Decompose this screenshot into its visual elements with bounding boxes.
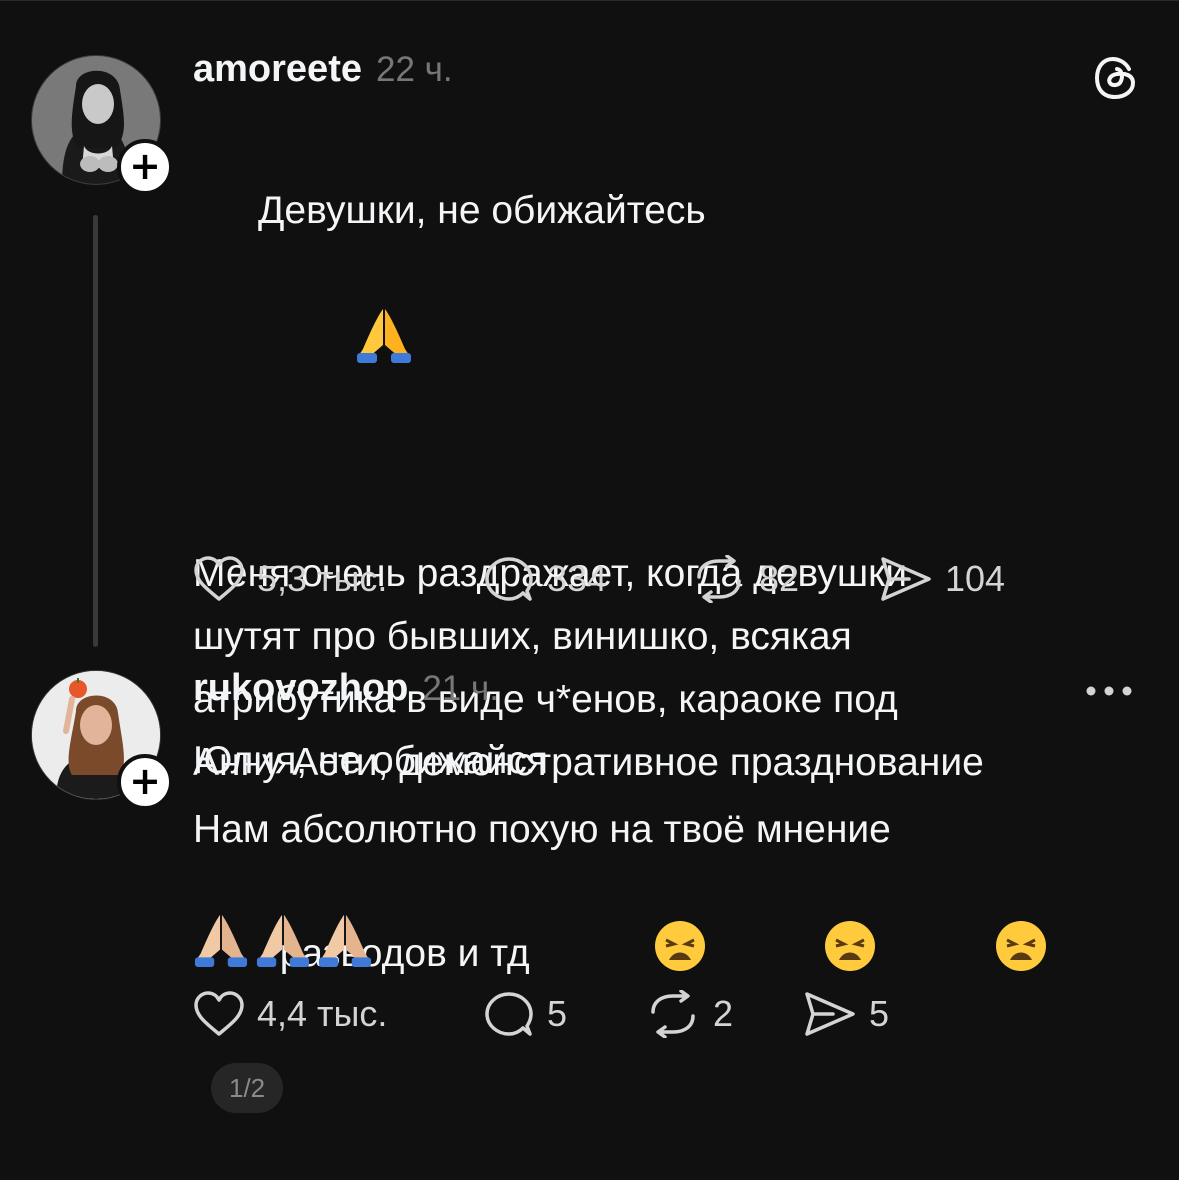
reply-line: Нам абсолютно похую на твоё мнение (193, 808, 891, 851)
thread-connector-line (93, 215, 98, 647)
avatar-rukovozhop[interactable]: + (31, 670, 173, 810)
share-button[interactable]: 5 (803, 990, 889, 1038)
like-button[interactable]: 5,3 тыс. (193, 555, 483, 603)
heart-icon (194, 991, 244, 1036)
post-actions: 4,4 тыс. 5 2 5 (193, 990, 889, 1038)
post-header: rukovozhop 21 ч. (193, 667, 1139, 717)
post-title-line: Девушки, не обижайтесь (193, 116, 1139, 508)
more-options-icon[interactable] (1085, 684, 1133, 703)
repost-icon (651, 990, 695, 1038)
reply-button[interactable]: 5 (483, 990, 645, 1038)
avatar-amoreete[interactable]: + (31, 55, 173, 195)
share-button[interactable]: 104 (879, 555, 1005, 603)
body-line: шутят про бывших, винишко, всякая (193, 615, 852, 658)
praying-hands-emoji (193, 911, 249, 972)
page-indicator-badge: 1/2 (211, 1062, 284, 1113)
praying-hands-emoji (270, 242, 411, 445)
repost-button[interactable]: 2 (645, 990, 803, 1038)
post-content: rukovozhop 21 ч. Юлия, не обижайся Нам а… (193, 667, 1139, 967)
username[interactable]: amoreete (193, 48, 362, 91)
post-header: amoreete 22 ч. (193, 48, 1139, 98)
repost-button[interactable]: 82 (691, 555, 879, 603)
comment-icon (485, 557, 533, 601)
title-text: Девушки, не обижайтесь (258, 189, 706, 232)
share-count: 104 (945, 558, 1006, 599)
username[interactable]: rukovozhop (193, 667, 408, 710)
reply-button[interactable]: 334 (483, 555, 691, 603)
like-button[interactable]: 4,4 тыс. (193, 990, 483, 1038)
reply-count: 5 (547, 993, 568, 1034)
reply-emojis (193, 911, 1139, 967)
send-icon (881, 557, 931, 601)
timestamp[interactable]: 22 ч. (376, 50, 453, 90)
repost-icon (697, 555, 741, 603)
send-icon (805, 992, 855, 1036)
threads-logo-icon[interactable] (1093, 55, 1139, 106)
share-count: 5 (869, 993, 890, 1034)
praying-hands-emoji (317, 911, 373, 972)
reply-count: 334 (547, 558, 608, 599)
repost-count: 2 (713, 993, 734, 1034)
comment-icon (485, 992, 533, 1036)
post-actions: 5,3 тыс. 334 82 104 (193, 555, 1005, 603)
follow-plus-button[interactable]: + (117, 139, 173, 195)
top-divider (0, 0, 1179, 1)
repost-count: 82 (759, 558, 800, 599)
reply-line: Юлия, не обижайся (193, 739, 549, 782)
follow-plus-button[interactable]: + (117, 754, 173, 810)
timestamp[interactable]: 21 ч. (422, 669, 499, 709)
like-count: 4,4 тыс. (257, 993, 388, 1034)
like-count: 5,3 тыс. (257, 558, 388, 599)
praying-hands-emoji (255, 911, 311, 972)
heart-icon (194, 556, 244, 601)
